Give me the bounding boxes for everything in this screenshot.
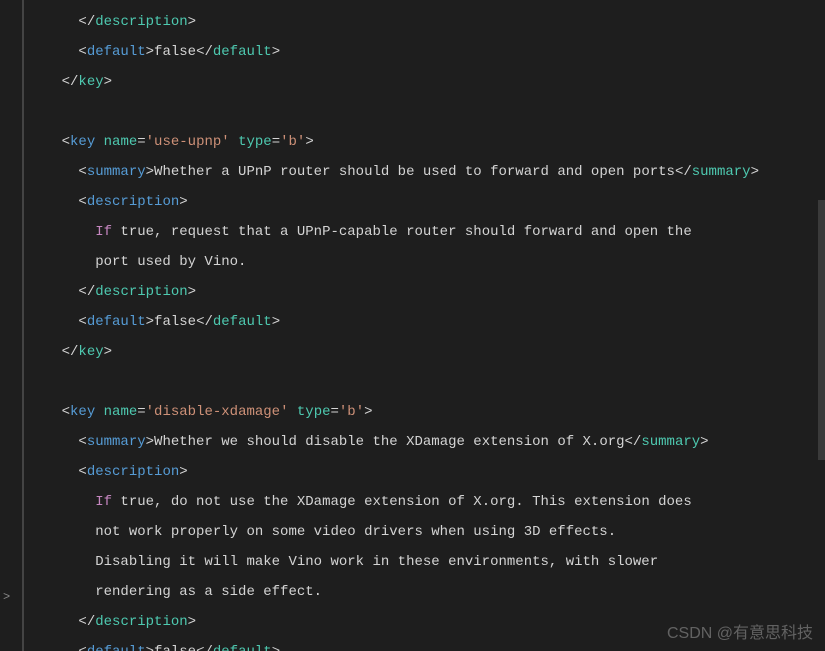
code-line: <key name='disable-xdamage' type='b'> — [28, 405, 825, 420]
code-line: If true, do not use the XDamage extensio… — [28, 495, 825, 510]
code-line: <summary>Whether we should disable the X… — [28, 435, 825, 450]
editor-gutter: > — [0, 0, 24, 651]
code-line: If true, request that a UPnP-capable rou… — [28, 225, 825, 240]
code-line: <default>false</default> — [28, 315, 825, 330]
code-line: not work properly on some video drivers … — [28, 525, 825, 540]
code-line: rendering as a side effect. — [28, 585, 825, 600]
code-line — [28, 105, 825, 120]
chevron-right-icon: > — [3, 590, 10, 605]
code-line — [28, 375, 825, 390]
code-line: <default>false</default> — [28, 645, 825, 651]
code-line: <description> — [28, 465, 825, 480]
code-line: <default>false</default> — [28, 45, 825, 60]
code-line: </key> — [28, 345, 825, 360]
code-line: </key> — [28, 75, 825, 90]
code-line: <summary>Whether a UPnP router should be… — [28, 165, 825, 180]
code-line: </description> — [28, 285, 825, 300]
vertical-scrollbar[interactable] — [818, 0, 825, 651]
code-line: </description> — [28, 15, 825, 30]
code-line: <description> — [28, 195, 825, 210]
scrollbar-thumb[interactable] — [818, 200, 825, 460]
code-line: </description> — [28, 615, 825, 630]
code-line: port used by Vino. — [28, 255, 825, 270]
code-line: Disabling it will make Vino work in thes… — [28, 555, 825, 570]
code-line: <key name='use-upnp' type='b'> — [28, 135, 825, 150]
code-pane[interactable]: </description> <default>false</default> … — [28, 0, 825, 651]
